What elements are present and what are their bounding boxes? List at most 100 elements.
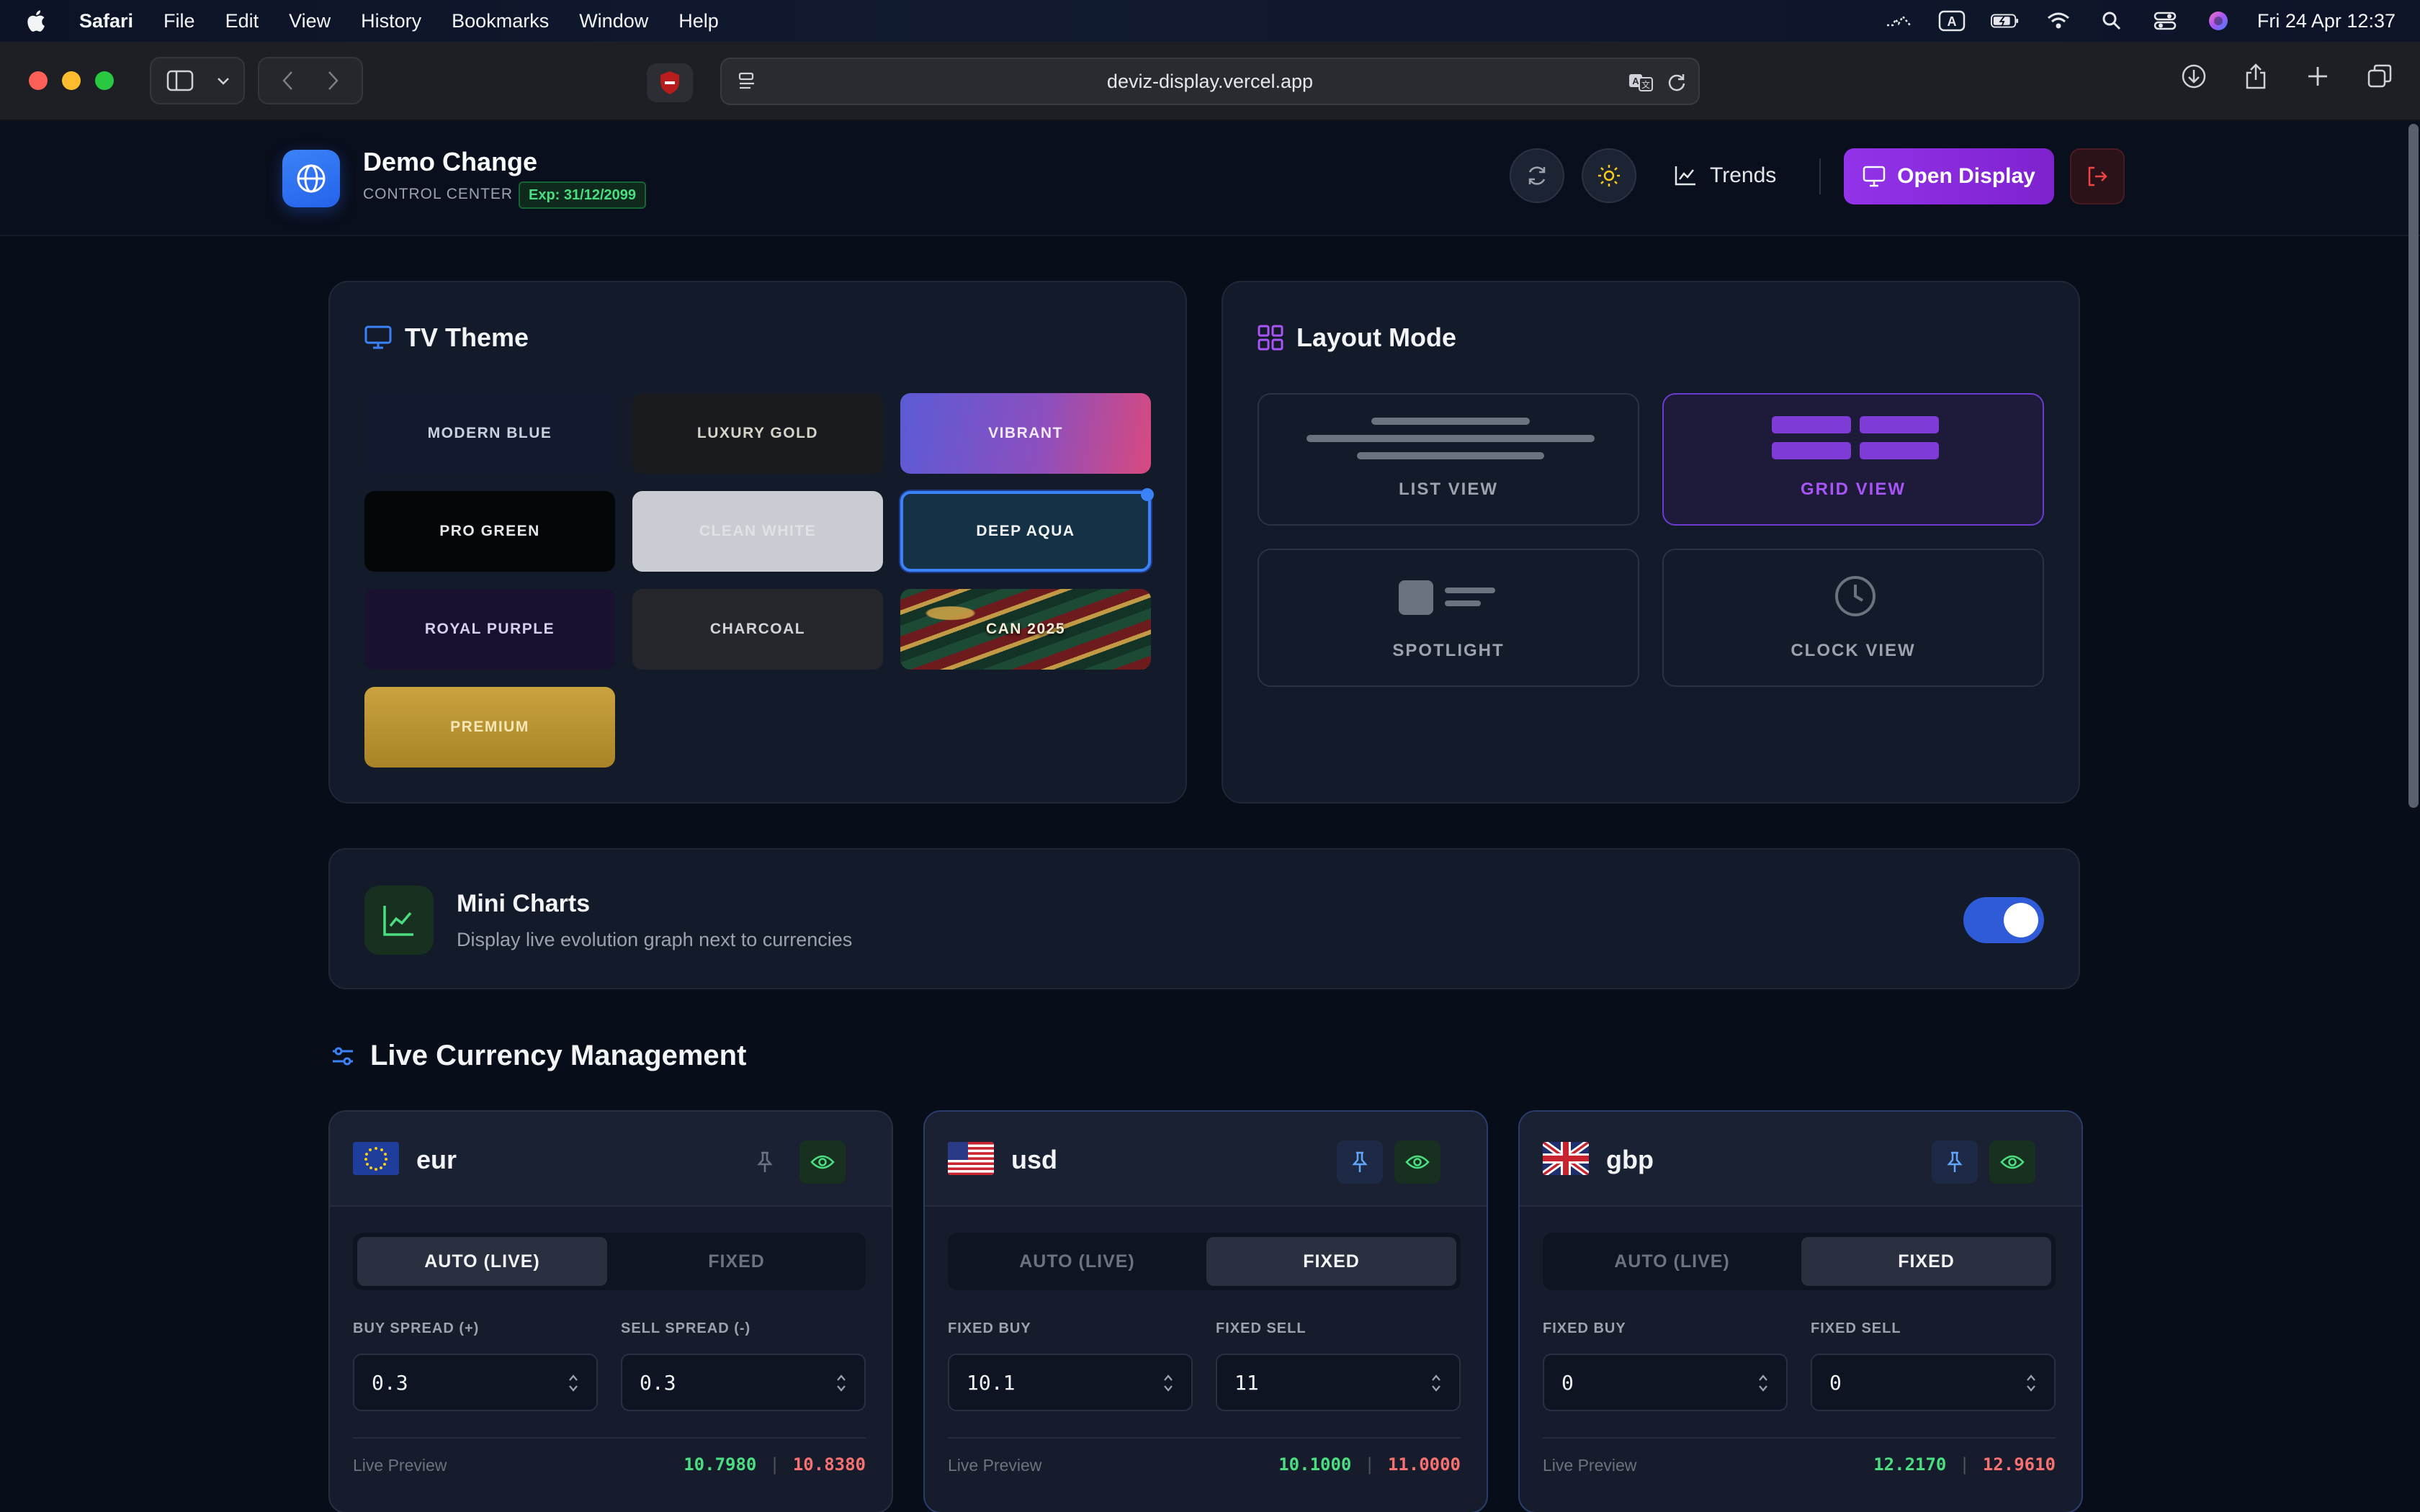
battery-icon[interactable] bbox=[1990, 10, 2020, 32]
mode-auto-live[interactable]: AUTO (LIVE) bbox=[357, 1237, 607, 1286]
visibility-button[interactable] bbox=[799, 1140, 846, 1184]
layout-clock-view[interactable]: CLOCK VIEW bbox=[1662, 549, 2044, 687]
eu-flag-icon bbox=[353, 1142, 399, 1175]
menubar-clock[interactable]: Fri 24 Apr 12:37 bbox=[2257, 10, 2396, 32]
preview-sell-rate: 12.9610 bbox=[1982, 1454, 2056, 1475]
trends-button[interactable]: Trends bbox=[1674, 148, 1776, 203]
currency-section-title: Live Currency Management bbox=[370, 1040, 747, 1071]
mode-auto-live[interactable]: AUTO (LIVE) bbox=[1547, 1237, 1797, 1286]
fixed-buy-input[interactable]: 0 bbox=[1543, 1354, 1788, 1411]
mini-charts-description: Display live evolution graph next to cur… bbox=[457, 929, 853, 950]
theme-royal-purple[interactable]: ROYAL PURPLE bbox=[364, 589, 615, 670]
zoom-window-button[interactable] bbox=[95, 71, 114, 90]
pin-button[interactable] bbox=[742, 1140, 788, 1184]
fixed-buy-input[interactable]: 10.1 bbox=[948, 1354, 1193, 1411]
sidebar-icon[interactable] bbox=[161, 62, 199, 99]
theme-vibrant[interactable]: VIBRANT bbox=[900, 393, 1151, 474]
pin-button[interactable] bbox=[1932, 1140, 1978, 1184]
mode-auto-live[interactable]: AUTO (LIVE) bbox=[952, 1237, 1202, 1286]
translate-icon[interactable]: A文 bbox=[1628, 71, 1655, 98]
control-center-icon[interactable] bbox=[2151, 10, 2179, 32]
buy-spread-label: BUY SPREAD (+) bbox=[353, 1320, 480, 1336]
logout-button[interactable] bbox=[2070, 148, 2125, 204]
wifi-icon[interactable] bbox=[2044, 10, 2073, 32]
tab-overview-icon[interactable] bbox=[2361, 58, 2398, 95]
currency-code: gbp bbox=[1606, 1145, 1654, 1174]
svg-text:A: A bbox=[1947, 14, 1956, 29]
menu-bookmarks[interactable]: Bookmarks bbox=[452, 10, 549, 32]
mode-fixed[interactable]: FIXED bbox=[611, 1237, 861, 1286]
layout-option-label: CLOCK VIEW bbox=[1791, 641, 1916, 660]
sidebar-toggle-group[interactable] bbox=[150, 57, 245, 104]
layout-mode-heading: Layout Mode bbox=[1258, 323, 1456, 353]
sell-spread-input[interactable]: 0.3 bbox=[621, 1354, 866, 1411]
visibility-button[interactable] bbox=[1394, 1140, 1440, 1184]
theme-label: VIBRANT bbox=[988, 425, 1063, 441]
page-scrollbar[interactable] bbox=[2408, 124, 2419, 808]
stepper-icon bbox=[2027, 1374, 2035, 1392]
live-preview-label: Live Preview bbox=[948, 1456, 1042, 1475]
close-window-button[interactable] bbox=[29, 71, 48, 90]
mode-fixed[interactable]: FIXED bbox=[1206, 1237, 1456, 1286]
theme-can-2025[interactable]: CAN 2025 bbox=[900, 589, 1151, 670]
window-controls bbox=[29, 71, 114, 90]
theme-clean-white[interactable]: CLEAN WHITE bbox=[632, 491, 883, 572]
theme-label: CLEAN WHITE bbox=[699, 523, 817, 539]
reload-icon[interactable] bbox=[1667, 72, 1687, 97]
chevron-down-icon[interactable] bbox=[213, 62, 233, 99]
preview-sell-rate: 10.8380 bbox=[792, 1454, 866, 1475]
theme-toggle-button[interactable] bbox=[1582, 148, 1636, 203]
monitor-icon bbox=[1863, 166, 1886, 187]
theme-luxury-gold[interactable]: LUXURY GOLD bbox=[632, 393, 883, 474]
forward-icon[interactable] bbox=[314, 62, 351, 99]
theme-pro-green[interactable]: PRO GREEN bbox=[364, 491, 615, 572]
privacy-shield-icon[interactable] bbox=[647, 63, 693, 102]
menu-app-name[interactable]: Safari bbox=[79, 10, 133, 32]
open-display-button[interactable]: Open Display bbox=[1844, 148, 2054, 204]
currency-code: eur bbox=[416, 1145, 457, 1174]
menu-file[interactable]: File bbox=[163, 10, 195, 32]
address-bar[interactable]: deviz-display.vercel.app A文 bbox=[720, 58, 1700, 105]
fixed-sell-input[interactable]: 11 bbox=[1216, 1354, 1461, 1411]
currency-section-heading: Live Currency Management bbox=[331, 1040, 746, 1072]
share-icon[interactable] bbox=[2237, 58, 2275, 95]
live-preview-label: Live Preview bbox=[1543, 1456, 1637, 1475]
visibility-button[interactable] bbox=[1989, 1140, 2035, 1184]
stepper-icon bbox=[1759, 1374, 1767, 1392]
buy-spread-input[interactable]: 0.3 bbox=[353, 1354, 598, 1411]
pin-button[interactable] bbox=[1337, 1140, 1383, 1184]
menu-history[interactable]: History bbox=[361, 10, 421, 32]
theme-label: CAN 2025 bbox=[985, 621, 1066, 637]
fixed-sell-input[interactable]: 0 bbox=[1811, 1354, 2056, 1411]
menu-window[interactable]: Window bbox=[579, 10, 648, 32]
live-preview-values: 10.1000 | 11.0000 bbox=[1278, 1454, 1461, 1475]
mini-charts-toggle[interactable] bbox=[1963, 897, 2044, 943]
refresh-button[interactable] bbox=[1510, 148, 1564, 203]
layout-list-view[interactable]: LIST VIEW bbox=[1258, 393, 1639, 526]
url-text[interactable]: deviz-display.vercel.app bbox=[1107, 71, 1313, 93]
downloads-icon[interactable] bbox=[2175, 58, 2213, 95]
back-icon[interactable] bbox=[269, 62, 307, 99]
page-info-icon[interactable] bbox=[736, 71, 758, 97]
theme-deep-aqua[interactable]: DEEP AQUA bbox=[900, 488, 1154, 572]
layout-option-label: LIST VIEW bbox=[1399, 480, 1498, 499]
minimize-window-button[interactable] bbox=[62, 71, 81, 90]
theme-modern-blue[interactable]: MODERN BLUE bbox=[364, 393, 615, 474]
layout-spotlight[interactable]: SPOTLIGHT bbox=[1258, 549, 1639, 687]
layout-grid-view[interactable]: GRID VIEW bbox=[1662, 393, 2044, 526]
spotlight-search-icon[interactable] bbox=[2097, 10, 2126, 32]
pin-icon bbox=[1947, 1151, 1963, 1172]
theme-charcoal[interactable]: CHARCOAL bbox=[632, 589, 883, 670]
siri-icon[interactable] bbox=[2204, 10, 2233, 32]
menu-view[interactable]: View bbox=[289, 10, 331, 32]
new-tab-icon[interactable] bbox=[2299, 58, 2336, 95]
apple-icon[interactable] bbox=[24, 8, 50, 34]
menu-edit[interactable]: Edit bbox=[225, 10, 259, 32]
theme-premium[interactable]: PREMIUM bbox=[364, 687, 615, 768]
separator: | bbox=[769, 1454, 780, 1475]
activity-icon[interactable] bbox=[1884, 10, 1913, 32]
input-source-icon[interactable]: A bbox=[1937, 10, 1966, 32]
menu-help[interactable]: Help bbox=[678, 10, 719, 32]
mode-fixed[interactable]: FIXED bbox=[1801, 1237, 2051, 1286]
navigation-group bbox=[258, 57, 363, 104]
